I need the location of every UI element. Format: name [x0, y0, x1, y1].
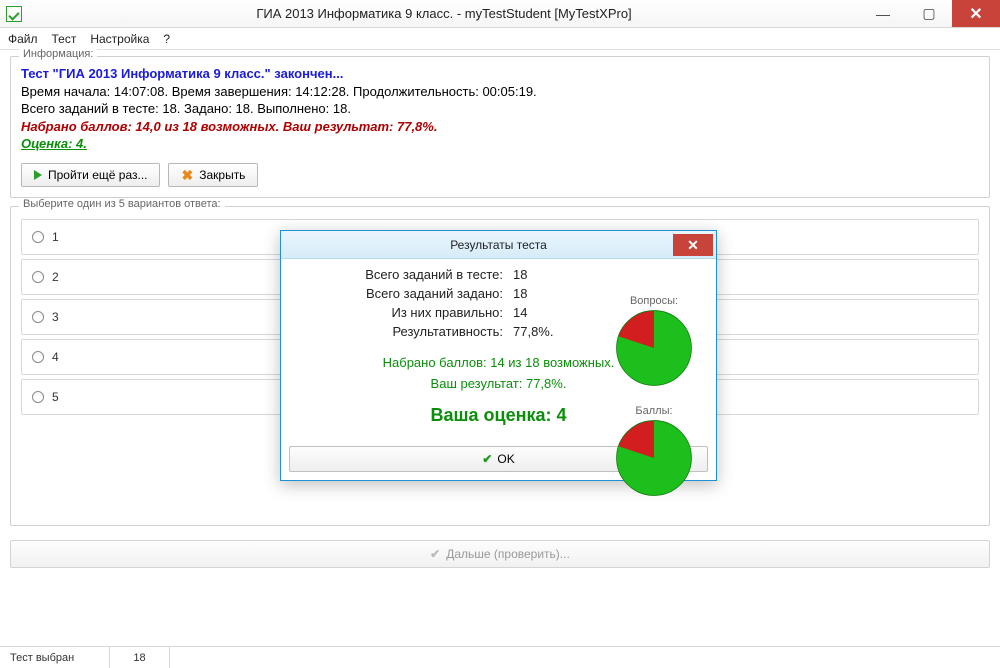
answer-label: 1	[52, 230, 59, 244]
stat-value: 14	[513, 305, 563, 320]
info-panel-label: Информация:	[19, 48, 97, 60]
play-icon	[34, 170, 42, 180]
questions-pie: Вопросы:	[614, 295, 694, 390]
pie-chart-icon	[615, 309, 693, 387]
dialog-title: Результаты теста	[281, 238, 716, 252]
info-tasks: Всего заданий в тесте: 18. Задано: 18. В…	[21, 100, 979, 118]
info-grade: Оценка: 4.	[21, 135, 979, 153]
check-icon: ✔	[430, 547, 440, 561]
points-pie-caption: Баллы:	[614, 405, 694, 417]
retry-button[interactable]: Пройти ещё раз...	[21, 163, 160, 187]
answer-label: 5	[52, 390, 59, 404]
answer-label: 3	[52, 310, 59, 324]
info-score: Набрано баллов: 14,0 из 18 возможных. Ва…	[21, 118, 979, 136]
minimize-button[interactable]: —	[860, 0, 906, 27]
info-panel: Информация: Тест "ГИА 2013 Информатика 9…	[10, 56, 990, 198]
app-icon	[6, 6, 22, 22]
radio-icon	[32, 351, 44, 363]
status-count: 18	[110, 647, 170, 668]
statusbar: Тест выбран 18	[0, 646, 1000, 668]
menu-file[interactable]: Файл	[8, 32, 38, 46]
radio-icon	[32, 271, 44, 283]
next-button[interactable]: ✔ Дальше (проверить)...	[10, 540, 990, 568]
dialog-close-button[interactable]: ✕	[673, 234, 713, 256]
close-button[interactable]: ✕	[952, 0, 1000, 27]
window-controls: — ▢ ✕	[860, 0, 1000, 27]
dialog-ok-label: OK	[497, 452, 514, 466]
radio-icon	[32, 391, 44, 403]
status-spacer	[170, 647, 1000, 668]
menu-help[interactable]: ?	[163, 32, 170, 46]
dialog-titlebar: Результаты теста ✕	[281, 231, 716, 259]
next-button-label: Дальше (проверить)...	[446, 547, 570, 561]
window-title: ГИА 2013 Информатика 9 класс. - myTestSt…	[28, 6, 860, 21]
check-icon: ✔	[482, 452, 492, 466]
stat-value: 18	[513, 267, 563, 282]
window-titlebar: ГИА 2013 Информатика 9 класс. - myTestSt…	[0, 0, 1000, 28]
x-icon: ✖	[181, 168, 193, 182]
radio-icon	[32, 231, 44, 243]
answer-label: 2	[52, 270, 59, 284]
close-test-button-label: Закрыть	[199, 168, 245, 182]
menubar: Файл Тест Настройка ?	[0, 28, 1000, 50]
status-text: Тест выбран	[0, 647, 110, 668]
answers-panel-label: Выберите один из 5 вариантов ответа:	[19, 198, 225, 210]
questions-pie-caption: Вопросы:	[614, 295, 694, 307]
answer-label: 4	[52, 350, 59, 364]
radio-icon	[32, 311, 44, 323]
stat-label: Результативность:	[313, 324, 513, 339]
retry-button-label: Пройти ещё раз...	[48, 168, 147, 182]
info-timing: Время начала: 14:07:08. Время завершения…	[21, 83, 979, 101]
stat-value: 18	[513, 286, 563, 301]
menu-settings[interactable]: Настройка	[90, 32, 149, 46]
points-pie: Баллы:	[614, 405, 694, 500]
results-dialog: Результаты теста ✕ Вопросы: Баллы: Всего…	[280, 230, 717, 481]
menu-test[interactable]: Тест	[52, 32, 77, 46]
stat-label: Всего заданий задано:	[313, 286, 513, 301]
pie-chart-icon	[615, 419, 693, 497]
stat-label: Всего заданий в тесте:	[313, 267, 513, 282]
stat-label: Из них правильно:	[313, 305, 513, 320]
stat-value: 77,8%.	[513, 324, 563, 339]
close-test-button[interactable]: ✖ Закрыть	[168, 163, 258, 187]
maximize-button[interactable]: ▢	[906, 0, 952, 27]
info-title: Тест "ГИА 2013 Информатика 9 класс." зак…	[21, 65, 979, 83]
